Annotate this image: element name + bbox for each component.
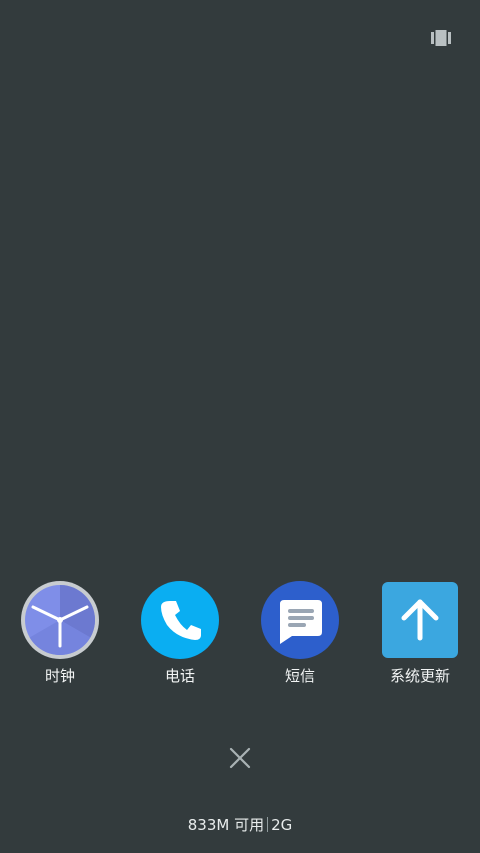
recent-app-system-update[interactable]: 系统更新 <box>370 578 470 688</box>
recent-app-label: 系统更新 <box>389 667 450 685</box>
recent-app-clock[interactable]: 时钟 <box>10 578 110 688</box>
messages-icon <box>261 581 339 659</box>
recent-app-label: 电话 <box>164 667 195 685</box>
clock-icon <box>21 581 99 659</box>
memory-available: 833M 可用 <box>187 816 265 834</box>
close-icon <box>229 747 251 769</box>
multi-window-toggle[interactable] <box>430 29 452 47</box>
recent-app-messages[interactable]: 短信 <box>250 578 350 688</box>
recent-app-phone[interactable]: 电话 <box>130 578 230 688</box>
memory-total: 2G <box>271 816 293 834</box>
clear-all-button[interactable] <box>226 744 254 772</box>
system-update-icon <box>382 582 458 658</box>
phone-icon <box>141 581 219 659</box>
recent-app-label: 时钟 <box>44 667 75 685</box>
memory-separator <box>267 817 269 832</box>
recent-app-label: 短信 <box>284 667 315 685</box>
recent-apps-list: 时钟 电话 短信 系统更新 <box>0 578 480 688</box>
memory-status: 833M 可用 2G <box>0 815 480 835</box>
multi-window-icon <box>431 30 451 46</box>
